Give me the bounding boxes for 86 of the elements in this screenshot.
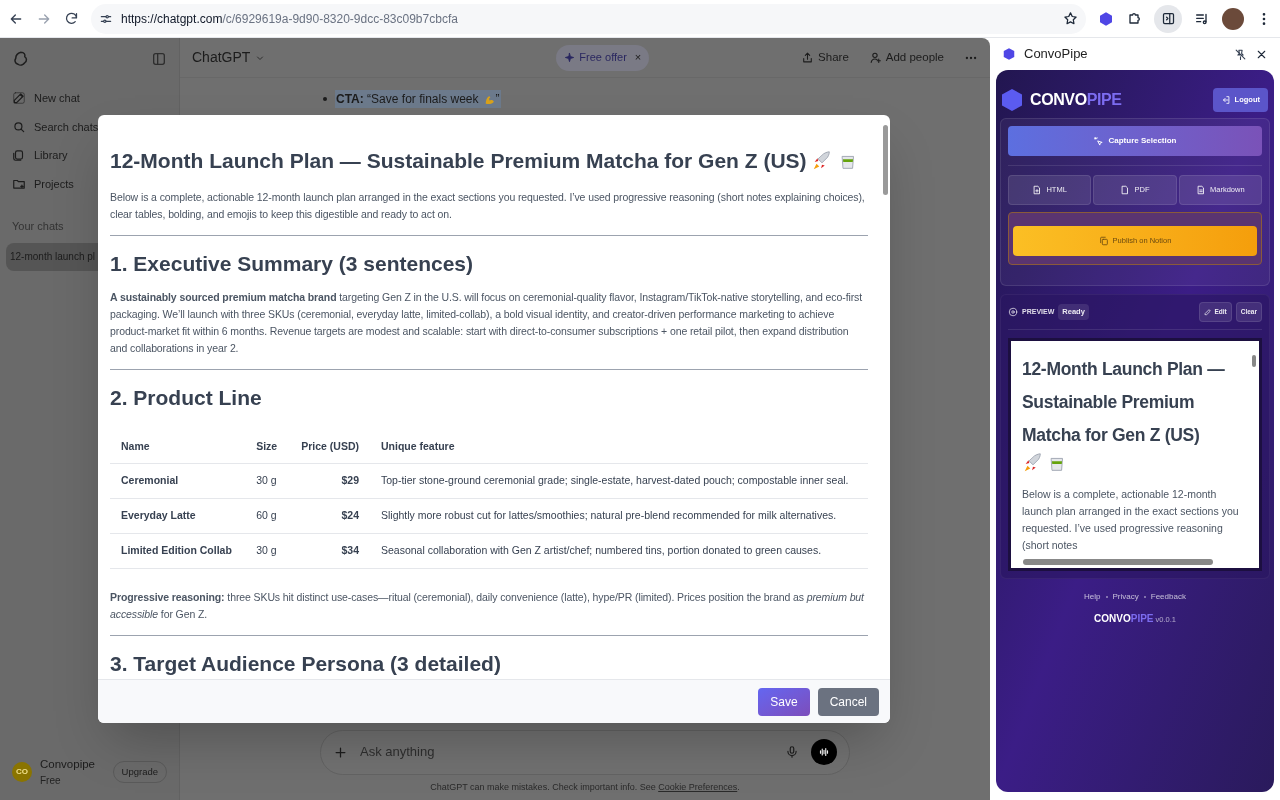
logo-wordmark: CONVOPIPE: [1030, 90, 1122, 110]
table-cell: $34: [288, 533, 370, 568]
free-offer-pill[interactable]: Free offer ×: [556, 44, 650, 71]
search-icon: [12, 119, 26, 134]
file-icon: [1120, 185, 1131, 195]
unpin-icon[interactable]: [1234, 47, 1247, 61]
table-cell: Ceremonial: [110, 463, 246, 499]
table-cell: Slightly more robust cut for lattes/smoothies; natural pre-blend recommended for milk alternatives.: [370, 498, 868, 534]
url-text: https://chatgpt.com/c/6929619a-9d90-8320-9dcc-83c09b7cbcfa: [121, 10, 459, 28]
close-offer-button[interactable]: ×: [634, 49, 642, 66]
vertical-scrollbar-thumb[interactable]: [1252, 355, 1256, 367]
footer-link[interactable]: Privacy: [1112, 591, 1139, 603]
new-chat-icon: [12, 91, 26, 106]
side-panel-button[interactable]: [1154, 4, 1182, 33]
table-cell: Top-tier stone-ground ceremonial grade; single-estate, harvest-dated pouch; compostable inner seal.: [370, 463, 868, 499]
intro-paragraph: Below is a complete, actionable 12-month launch plan arranged in the exact sections you requested. I’ve used progressive reasoning (short notes explaining choices), clear tables, bolding, and emojis to keep this digestible and ready to act on.: [110, 189, 866, 222]
sparkle-icon: [564, 52, 576, 63]
copy-icon: [1098, 236, 1109, 246]
table-cell: 30 g: [245, 533, 289, 568]
document-title: 12-Month Launch Plan — Sustainable Premium Matcha for Gen Z (US): [110, 148, 807, 174]
table-cell: 60 g: [245, 498, 289, 534]
add-people-button[interactable]: Add people: [868, 48, 944, 67]
sidebar-item[interactable]: Projects: [8, 169, 78, 198]
section-heading: 1. Executive Summary (3 sentences): [110, 250, 474, 277]
model-selector[interactable]: ChatGPT: [192, 47, 267, 68]
cube-logo-icon: [1002, 47, 1016, 61]
library-icon: [12, 148, 26, 163]
cancel-button[interactable]: Cancel: [817, 687, 879, 716]
horizontal-scrollbar-thumb[interactable]: [1023, 559, 1213, 565]
profile-avatar[interactable]: [1222, 7, 1244, 30]
extensions-icon[interactable]: [1126, 10, 1142, 27]
logout-icon: [1220, 95, 1231, 105]
disclaimer-text: ChatGPT can make mistakes. Check important info. See Cookie Preferences.: [429, 780, 741, 794]
edit-icon: [1204, 308, 1213, 316]
eye-icon: [1008, 307, 1018, 317]
sidebar-toggle-icon[interactable]: [151, 51, 167, 67]
table-cell: Seasonal collaboration with Gen Z artist/chef; numbered tins, portion donated to green causes.: [370, 533, 868, 568]
file-plus-icon: [1032, 185, 1043, 195]
scrollbar-thumb[interactable]: [883, 125, 888, 195]
column-header: Size: [245, 429, 289, 464]
preview-title: 12-Month Launch Plan — Sustainable Premium Matcha for Gen Z (US): [1022, 358, 1226, 447]
reload-icon[interactable]: [64, 11, 79, 26]
waveform-icon: [817, 745, 831, 759]
share-icon: [801, 51, 815, 64]
add-person-icon: [868, 51, 882, 64]
section-heading: 2. Product Line: [110, 385, 263, 411]
address-bar[interactable]: https://chatgpt.com/c/6929619a-9d90-8320-9dcc-83c09b7cbcfa: [91, 3, 1086, 34]
bullet-icon: [323, 97, 327, 101]
sidebar-item[interactable]: New chat: [8, 84, 84, 113]
bookmark-star-icon[interactable]: [1063, 11, 1078, 26]
voice-button[interactable]: [811, 739, 837, 765]
microphone-icon[interactable]: [785, 745, 799, 759]
composer-field[interactable]: Ask anything: [320, 729, 850, 775]
panel-title: ConvoPipe: [1024, 45, 1089, 64]
cube-extension-icon[interactable]: [1098, 10, 1114, 27]
column-header: Unique feature: [370, 429, 868, 464]
footer-link[interactable]: Help: [1084, 591, 1101, 603]
section-paragraph: Progressive reasoning: three SKUs hit distinct use-cases—ritual (ceremonial), daily convenience (latte), hype/PR (limited). Prices position the brand as premium but accessible for Gen Z.: [110, 589, 866, 622]
footer-link[interactable]: Feedback: [1150, 591, 1186, 603]
preview-paragraph: Below is a complete, actionable 12-month launch plan arranged in the exact sections you requested. I’ve used progressive reasoning (short notes: [1022, 487, 1240, 553]
share-button[interactable]: Share: [801, 48, 849, 67]
table-cell: 30 g: [245, 463, 289, 499]
section-heading: 3. Target Audience Persona (3 detailed): [110, 650, 502, 677]
sidebar-item[interactable]: Library: [8, 141, 72, 170]
column-header: Price (USD): [288, 429, 370, 464]
plus-icon[interactable]: [333, 744, 348, 760]
rocket-icon: [1022, 452, 1044, 474]
hexagon-logo-icon: [1002, 89, 1022, 111]
closing-quote: ”: [495, 91, 500, 108]
user-name: Convopipe: [40, 756, 96, 772]
user-avatar: CO: [12, 761, 32, 782]
column-header: Name: [110, 429, 246, 464]
side-panel-icon: [1160, 11, 1176, 26]
logo-wordmark: CONVOPIPE: [1094, 612, 1154, 626]
table-cell: $24: [288, 498, 370, 534]
table-cell: $29: [288, 463, 370, 499]
table-cell: Limited Edition Collab: [110, 533, 246, 568]
save-button[interactable]: Save: [758, 687, 810, 716]
message-input[interactable]: Ask anything: [360, 742, 773, 762]
section-paragraph: A sustainably sourced premium matcha brand targeting Gen Z in the U.S. will focus on ceremonial-quality flavor, Instagram/TikTok-native storytelling, and eco-first packaging. We’ll launch with three SKUs (ceremonial, everyday latte, limited-collab), a bold visual identity, and creator-driven performance marketing to achieve product-market fit within 6 months. Revenue targets are modest and scalable: start with direct-to-consumer subscriptions + one retail pilot, then expand distribution and collaborations in year 2.: [110, 290, 864, 356]
bullet-text: CTA: “Save for finals week: [336, 91, 479, 108]
capture-selection-button[interactable]: Capture Selection: [1008, 126, 1262, 156]
table-cell: Everyday Latte: [110, 498, 246, 534]
sidebar-item[interactable]: Search chats: [8, 112, 103, 141]
plan-label: Free: [40, 774, 62, 788]
document-icon: [1196, 185, 1206, 195]
